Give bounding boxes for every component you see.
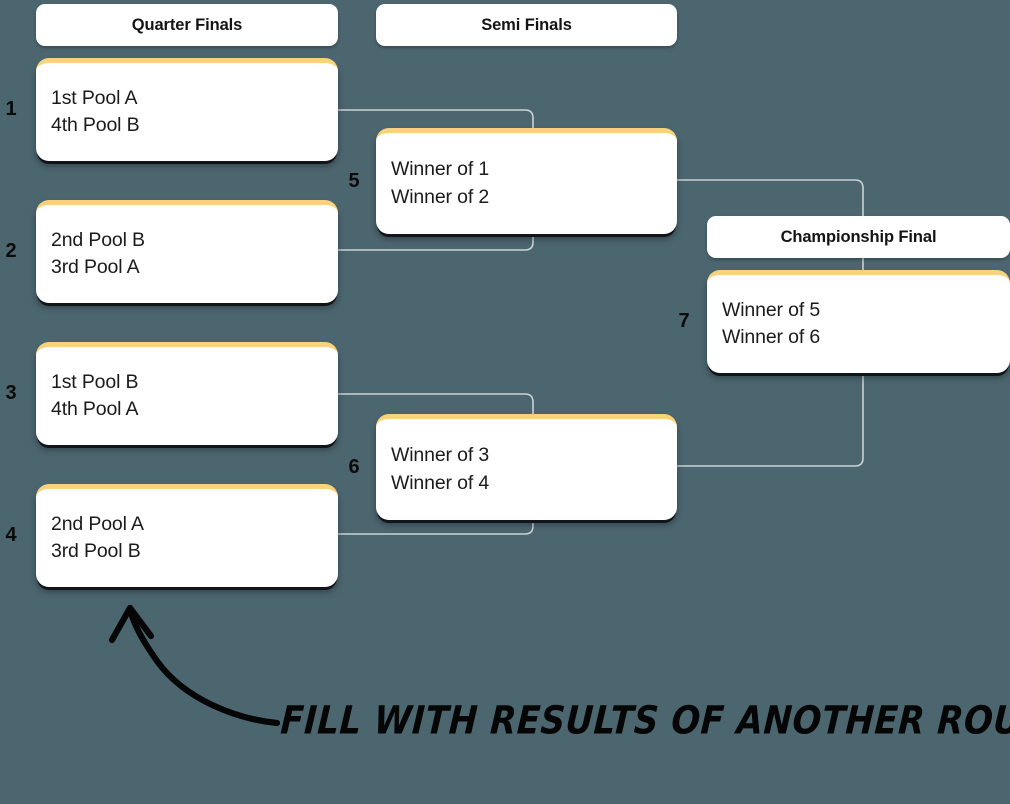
round-header-championship-final: Championship Final (707, 216, 1010, 258)
match-slot-top: 1st Pool B (51, 370, 139, 393)
match-slot-bottom: 3rd Pool B (51, 540, 141, 562)
match-card-6[interactable]: Winner of 3 Winner of 4 (376, 414, 677, 520)
match-number-1: 1 (5, 98, 17, 120)
match-slot-bottom: Winner of 4 (391, 471, 490, 494)
match-slot-top: 1st Pool A (51, 86, 138, 109)
match-number-3: 3 (5, 382, 17, 404)
round-header-quarter-finals: Quarter Finals (36, 4, 338, 46)
match-number-4: 4 (5, 524, 17, 546)
match-slot-top: Winner of 3 (391, 444, 490, 466)
match-card-1[interactable]: 1st Pool A 4th Pool B (36, 58, 338, 161)
tournament-bracket-diagram: Quarter Finals Semi Finals Championship … (0, 0, 1010, 804)
match-card-3[interactable]: 1st Pool B 4th Pool A (36, 342, 338, 445)
annotation-label: FILL WITH RESULTS OF ANOTHER ROUND! (279, 698, 1010, 744)
round-header-label: Championship Final (780, 227, 937, 246)
match-number-2: 2 (5, 240, 17, 262)
match-card-5[interactable]: Winner of 1 Winner of 2 (376, 128, 677, 234)
match-number-5: 5 (348, 170, 360, 192)
match-slot-bottom: Winner of 6 (722, 326, 821, 348)
match-number-6: 6 (348, 456, 360, 478)
match-slot-bottom: 4th Pool A (51, 398, 139, 420)
match-slot-top: 2nd Pool B (51, 228, 145, 251)
round-header-semi-finals: Semi Finals (376, 4, 677, 46)
round-header-label: Quarter Finals (131, 15, 243, 34)
match-slot-top: Winner of 1 (391, 158, 490, 180)
match-slot-top: 2nd Pool A (51, 512, 144, 535)
match-slot-bottom: 3rd Pool A (51, 256, 140, 278)
round-header-label: Semi Finals (481, 15, 572, 34)
match-card-4[interactable]: 2nd Pool A 3rd Pool B (36, 484, 338, 587)
match-card-7[interactable]: Winner of 5 Winner of 6 (707, 270, 1010, 373)
match-slot-bottom: 4th Pool B (51, 114, 140, 136)
match-slot-bottom: Winner of 2 (391, 185, 490, 208)
match-card-2[interactable]: 2nd Pool B 3rd Pool A (36, 200, 338, 303)
match-number-7: 7 (678, 310, 690, 332)
match-slot-top: Winner of 5 (722, 298, 821, 321)
